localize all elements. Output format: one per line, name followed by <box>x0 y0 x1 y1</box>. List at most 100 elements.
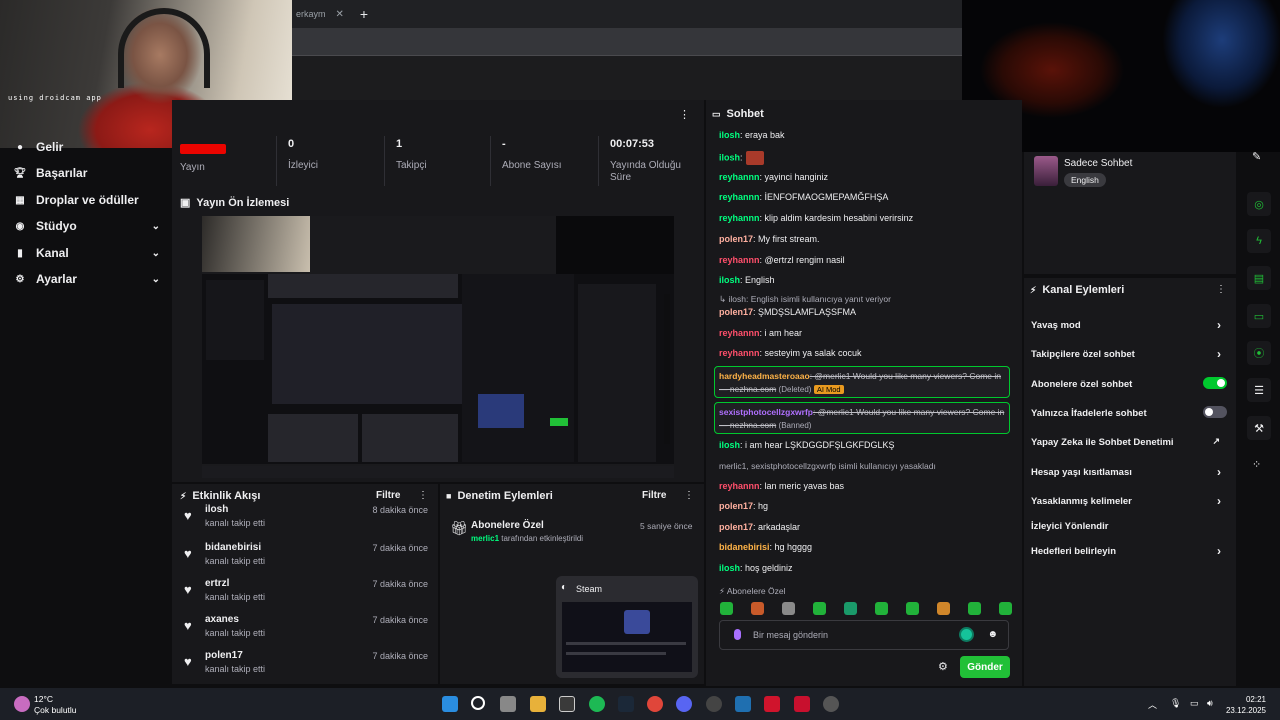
chat-username[interactable]: ilosh <box>719 275 740 285</box>
pencil-icon[interactable]: ✎ <box>1252 150 1261 163</box>
address-bar[interactable] <box>290 28 962 56</box>
chat-bubble-icon[interactable]: ▭ <box>1247 304 1271 328</box>
chat-username[interactable]: reyhannn <box>719 348 760 358</box>
chat-username[interactable]: reyhannn <box>719 481 760 491</box>
emote-icon[interactable] <box>937 602 950 615</box>
sidebar-item-achievements[interactable]: 🏆︎ Başarılar <box>14 166 160 180</box>
list-icon[interactable]: ☰ <box>1247 378 1271 402</box>
stream-category[interactable]: Sadece Sohbet <box>1064 158 1132 169</box>
app-icon[interactable] <box>735 696 751 712</box>
network-icon[interactable]: ▭ <box>1190 698 1199 709</box>
emote-icon[interactable] <box>751 602 764 615</box>
clipboard-icon[interactable]: ▤ <box>1247 266 1271 290</box>
feed-item-user[interactable]: ilosh <box>205 504 228 515</box>
task-view-icon[interactable] <box>500 696 516 712</box>
camera-icon[interactable]: ◎ <box>1247 192 1271 216</box>
file-explorer-icon[interactable] <box>530 696 546 712</box>
spotify-icon[interactable] <box>589 696 605 712</box>
send-button[interactable]: Gönder <box>960 656 1010 678</box>
chat-flagged-message[interactable]: sexistphotocellzgxwrfp: @merlic1 Would y… <box>714 402 1010 434</box>
tray-chevron-icon[interactable]: ︿ <box>1148 698 1157 711</box>
feed-menu-icon[interactable]: ⋮ <box>418 490 428 501</box>
feed-item-user[interactable]: ertrzl <box>205 578 229 589</box>
mic-icon[interactable] <box>734 629 741 640</box>
chat-username[interactable]: reyhannn <box>719 172 760 182</box>
steam-icon[interactable] <box>618 696 634 712</box>
grammarly-icon[interactable] <box>959 627 974 642</box>
obs-icon[interactable] <box>706 696 722 712</box>
chat-username[interactable]: reyhannn <box>719 255 760 265</box>
emote-icon[interactable] <box>999 602 1012 615</box>
channel-action-item[interactable]: Yapay Zeka ile Sohbet Denetimi ↗ <box>1031 436 1227 448</box>
lightning-icon[interactable]: ϟ <box>1247 229 1271 253</box>
discord-icon[interactable] <box>676 696 692 712</box>
channel-action-item[interactable]: İzleyici Yönlendir <box>1031 521 1227 532</box>
chat-input[interactable]: Bir mesaj gönderin ☻ <box>719 620 1009 650</box>
actions-menu-icon[interactable]: ⋮ <box>1216 284 1226 295</box>
microphone-icon[interactable]: 🎙︎ <box>1170 698 1181 709</box>
feed-item-user[interactable]: polen17 <box>205 650 243 661</box>
sidebar-item-revenue[interactable]: ● Gelir <box>14 140 160 154</box>
channel-action-item[interactable]: Yasaklanmış kelimeler › <box>1031 494 1227 508</box>
emoji-icon[interactable]: ☻ <box>987 629 998 640</box>
chat-username[interactable]: ilosh <box>719 152 740 162</box>
windows-start-icon[interactable] <box>442 696 458 712</box>
search-icon[interactable] <box>471 696 485 710</box>
broadcast-icon[interactable]: ⦿ <box>1247 341 1271 365</box>
emote-icon[interactable] <box>720 602 733 615</box>
channel-action-item[interactable]: Hedefleri belirleyin › <box>1031 544 1227 558</box>
chat-settings-icon[interactable]: ⚙ <box>938 660 948 673</box>
new-tab-icon[interactable]: + <box>360 6 368 22</box>
steam-window-thumbnail[interactable]: ◐ Steam <box>556 576 698 678</box>
wrench-icon[interactable]: ⚒ <box>1247 416 1271 440</box>
close-tab-icon[interactable]: ✕ <box>336 9 344 20</box>
moderation-entry-user[interactable]: merlic1 <box>471 534 499 543</box>
feed-filter-button[interactable]: Filtre <box>376 490 400 501</box>
extensions-icon[interactable]: ⁘ <box>1252 458 1261 471</box>
chat-username[interactable]: ilosh <box>719 563 740 573</box>
channel-action-item[interactable]: Yavaş mod › <box>1031 318 1227 332</box>
emote-icon[interactable] <box>875 602 888 615</box>
moderation-menu-icon[interactable]: ⋮ <box>684 490 694 501</box>
channel-action-item[interactable]: Hesap yaşı kısıtlaması › <box>1031 465 1227 479</box>
volume-icon[interactable]: 🔊︎ <box>1207 698 1213 709</box>
feed-item-user[interactable]: bidanebirisi <box>205 542 261 553</box>
stream-preview-video[interactable] <box>202 216 674 478</box>
chrome-icon[interactable] <box>647 696 663 712</box>
chat-username[interactable]: ilosh <box>719 130 740 140</box>
store-icon[interactable] <box>559 696 575 712</box>
channel-action-item[interactable]: Yalnızca İfadelerle sohbet <box>1031 406 1227 419</box>
sidebar-item-studio[interactable]: ◉ Stüdyo ⌄ <box>14 219 160 233</box>
chat-username[interactable]: polen17 <box>719 307 753 317</box>
chat-username[interactable]: polen17 <box>719 501 753 511</box>
settings-app-icon[interactable] <box>823 696 839 712</box>
moderation-filter-button[interactable]: Filtre <box>642 490 666 501</box>
emote-icon[interactable] <box>813 602 826 615</box>
feed-item-user[interactable]: axanes <box>205 614 239 625</box>
chat-username[interactable]: reyhannn <box>719 328 760 338</box>
chat-username[interactable]: polen17 <box>719 522 753 532</box>
chat-username[interactable]: reyhannn <box>719 213 760 223</box>
chat-flagged-message[interactable]: hardyheadmasteroaao: @merlic1 Would you … <box>714 366 1010 398</box>
sidebar-item-settings[interactable]: ⚙ Ayarlar ⌄ <box>14 272 160 286</box>
chat-username[interactable]: polen17 <box>719 234 753 244</box>
emote-icon[interactable] <box>844 602 857 615</box>
browser-tab[interactable]: erkaym ✕ + <box>290 6 374 22</box>
system-clock[interactable]: 02:21 23.12.2025 <box>1226 694 1266 716</box>
toggle-switch[interactable] <box>1203 406 1227 418</box>
emote-icon[interactable] <box>968 602 981 615</box>
chat-username[interactable]: sexistphotocellzgxwrfp <box>719 407 813 417</box>
riot-icon[interactable] <box>794 696 810 712</box>
channel-action-item[interactable]: Abonelere özel sohbet <box>1031 377 1227 390</box>
channel-action-item[interactable]: Takipçilere özel sohbet › <box>1031 347 1227 361</box>
language-tag[interactable]: English <box>1064 173 1106 187</box>
toggle-switch[interactable] <box>1203 377 1227 389</box>
valorant-icon[interactable] <box>764 696 780 712</box>
emote-icon[interactable] <box>782 602 795 615</box>
chat-username[interactable]: reyhannn <box>719 192 760 202</box>
sidebar-item-channel[interactable]: ▮ Kanal ⌄ <box>14 246 160 260</box>
sidebar-item-drops[interactable]: ▦ Droplar ve ödüller <box>14 193 160 207</box>
chat-username[interactable]: hardyheadmasteroaao <box>719 371 810 381</box>
chat-username[interactable]: bidanebirisi <box>719 542 770 552</box>
emote-icon[interactable] <box>906 602 919 615</box>
